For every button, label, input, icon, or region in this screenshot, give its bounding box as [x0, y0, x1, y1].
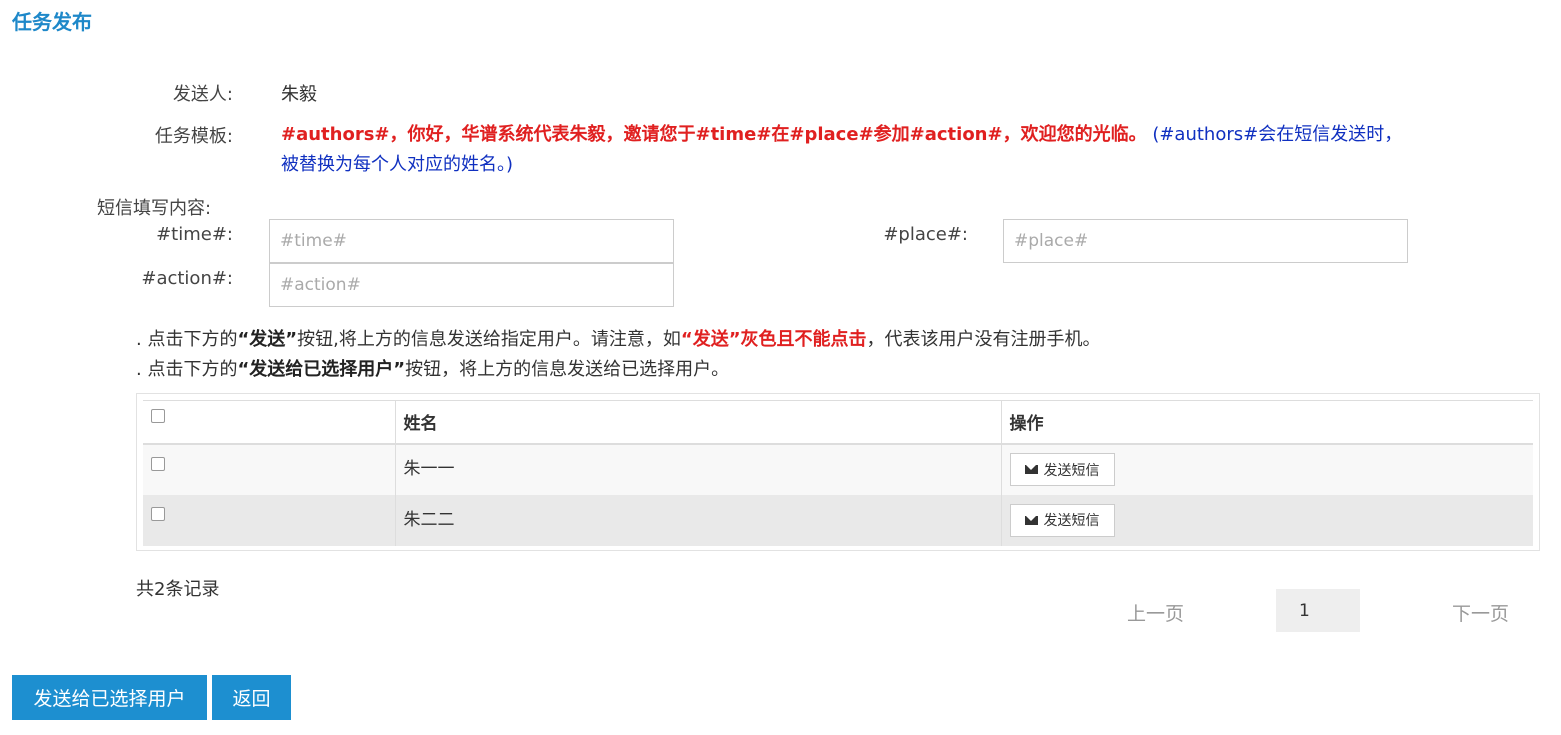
- next-page-link[interactable]: 下一页: [1452, 599, 1509, 626]
- back-button[interactable]: 返回: [212, 675, 291, 720]
- header-action: 操作: [1000, 400, 1533, 444]
- action-input[interactable]: [269, 263, 674, 307]
- action-label: #action#:: [141, 268, 233, 289]
- template-text: #authors#，你好，华谱系统代表朱毅，邀请您于#time#在#place#…: [281, 120, 1411, 180]
- user-table: 姓名 操作 朱一一 发送短信 朱二二 发送短信: [143, 400, 1533, 546]
- row-name: 朱一一: [394, 443, 1001, 495]
- place-input[interactable]: [1003, 219, 1408, 263]
- row-checkbox[interactable]: [151, 507, 165, 521]
- user-table-container: 姓名 操作 朱一一 发送短信 朱二二 发送短信: [136, 393, 1540, 551]
- send-sms-button[interactable]: 发送短信: [1009, 453, 1115, 486]
- select-all-checkbox[interactable]: [151, 408, 165, 423]
- header-name: 姓名: [394, 400, 1001, 444]
- time-label: #time#:: [156, 224, 233, 245]
- page-title: 任务发布: [12, 10, 92, 34]
- current-page[interactable]: 1: [1276, 589, 1360, 632]
- prev-page-link[interactable]: 上一页: [1127, 599, 1184, 626]
- sender-value: 朱毅: [281, 84, 317, 105]
- time-input[interactable]: [269, 219, 674, 263]
- table-row: 朱一一 发送短信: [143, 443, 1533, 495]
- sender-label: 发送人:: [172, 84, 233, 105]
- instruction-line-1: . 点击下方的“发送”按钮,将上方的信息发送给指定用户。请注意，如“发送”灰色且…: [136, 329, 1101, 350]
- sms-section-label: 短信填写内容:: [97, 198, 212, 219]
- instruction-line-2: . 点击下方的“发送给已选择用户”按钮，将上方的信息发送给已选择用户。: [136, 359, 730, 380]
- envelope-icon: [1024, 465, 1038, 474]
- template-label: 任务模板:: [154, 126, 233, 147]
- template-content: #authors#，你好，华谱系统代表朱毅，邀请您于#time#在#place#…: [281, 124, 1147, 145]
- row-checkbox[interactable]: [151, 456, 165, 471]
- send-sms-button[interactable]: 发送短信: [1009, 503, 1115, 537]
- row-name: 朱二二: [394, 494, 1001, 546]
- send-to-selected-button[interactable]: 发送给已选择用户: [12, 675, 207, 720]
- table-row: 朱二二 发送短信: [143, 494, 1533, 546]
- envelope-icon: [1024, 515, 1038, 525]
- record-count: 共2条记录: [136, 579, 220, 600]
- place-label: #place#:: [883, 224, 968, 245]
